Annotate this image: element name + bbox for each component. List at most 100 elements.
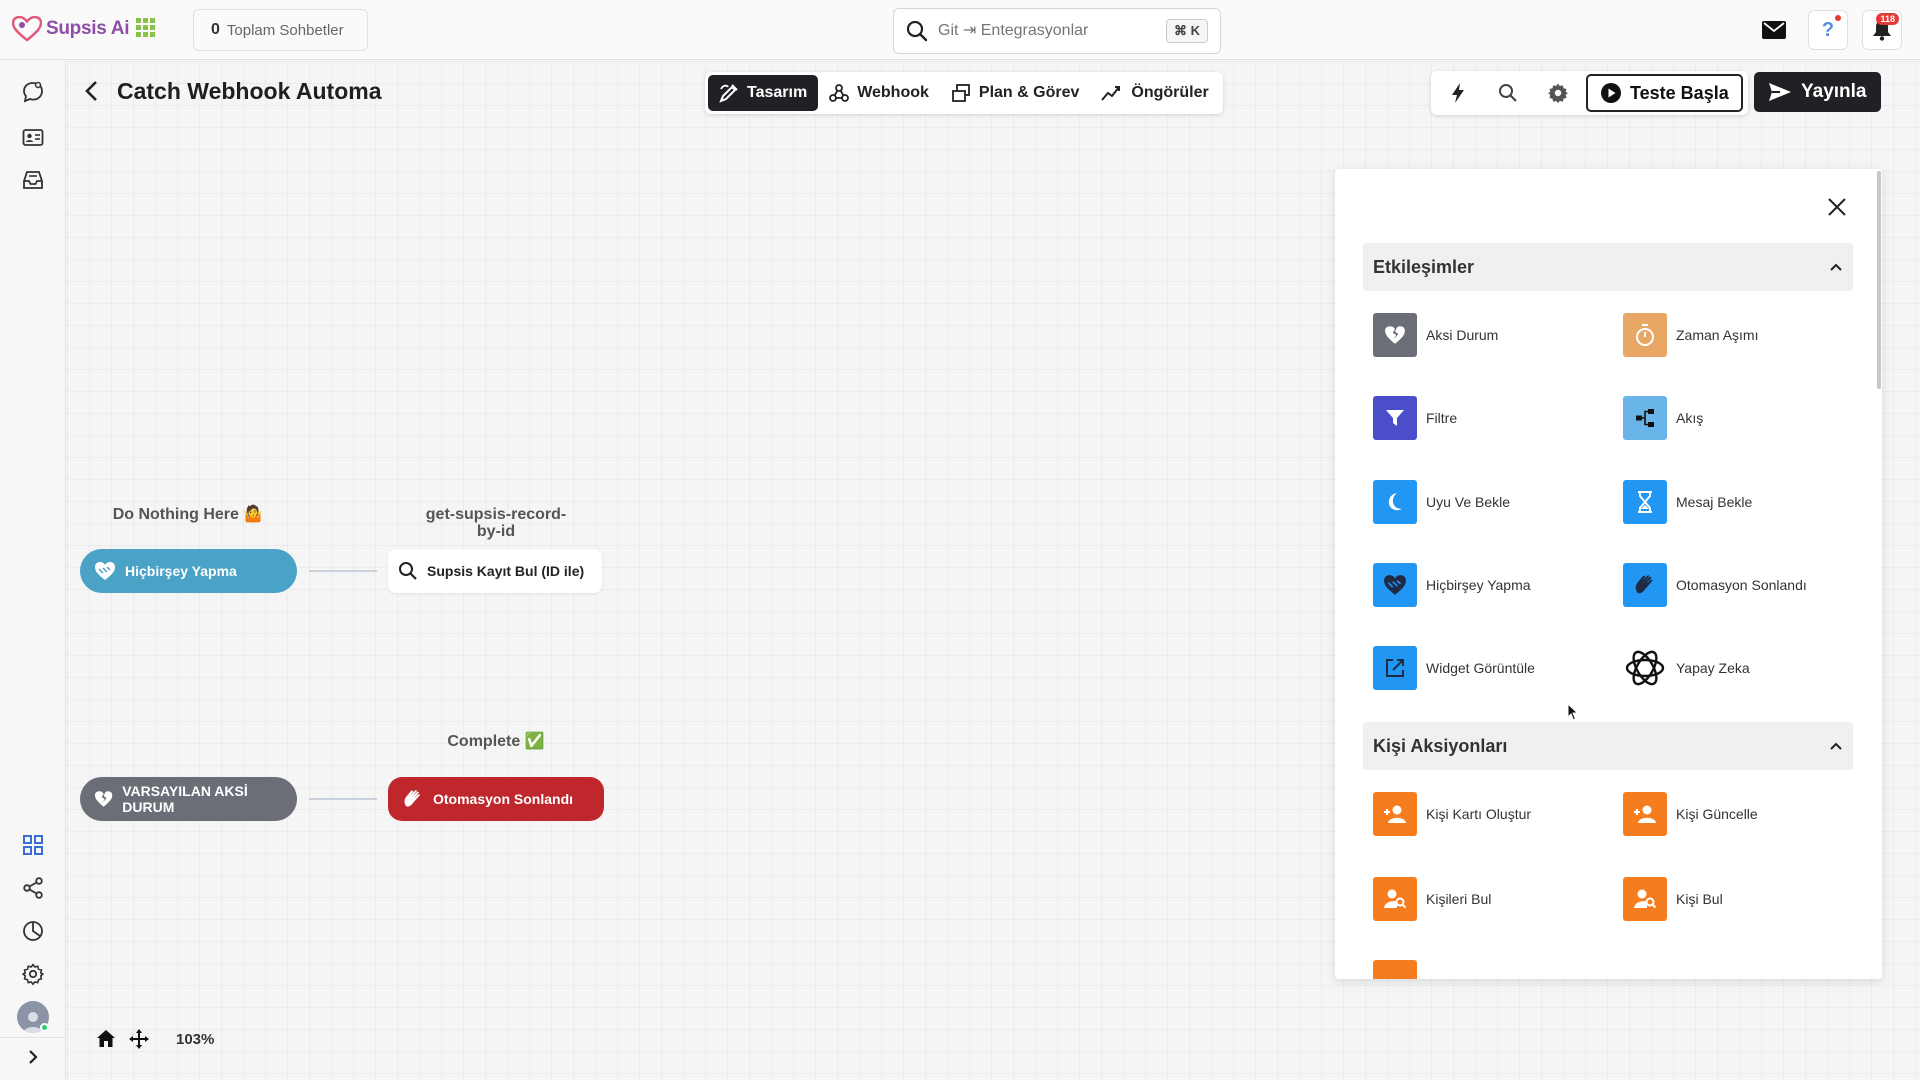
search-icon: [906, 20, 928, 42]
tab-design[interactable]: Tasarım: [708, 75, 819, 111]
chevron-up-icon: [1830, 263, 1842, 271]
action-timeout[interactable]: Zaman Aşımı: [1623, 313, 1758, 357]
send-icon: [1769, 83, 1791, 101]
tab-insights[interactable]: Öngörüler: [1090, 75, 1219, 111]
section-title: Kişi Aksiyonları: [1373, 735, 1508, 756]
action-wait-message[interactable]: Mesaj Bekle: [1623, 480, 1752, 524]
play-circle-icon: [1601, 83, 1621, 103]
search-input[interactable]: [938, 22, 1158, 40]
quick-action-button[interactable]: [1436, 75, 1480, 111]
action-find-contact[interactable]: Kişi Bul: [1623, 877, 1723, 921]
canvas-search-button[interactable]: [1486, 75, 1530, 111]
flow-node-do-nothing[interactable]: Hiçbirşey Yapma: [80, 549, 297, 593]
lightning-icon: [1452, 83, 1464, 103]
webhook-icon: [829, 84, 850, 102]
home-icon[interactable]: [96, 1029, 116, 1049]
search-icon: [399, 562, 417, 580]
flow-node-default-else[interactable]: VARSAYILAN AKSİ DURUM: [80, 777, 297, 821]
notifications-button[interactable]: 118: [1862, 10, 1902, 50]
tab-plan-label: Plan & Görev: [978, 84, 1080, 101]
node-label: Supsis Kayıt Bul (ID ile): [427, 563, 585, 579]
action-do-nothing[interactable]: Hiçbirşey Yapma: [1373, 563, 1531, 607]
start-test-button[interactable]: Teste Başla: [1586, 74, 1743, 112]
app-logo[interactable]: Supsis Ai: [12, 16, 129, 42]
action-label: Kişi Kartı Oluştur: [1426, 806, 1532, 822]
editor-tabs: Tasarım Webhook Plan & Görev Öngörüler: [705, 72, 1223, 114]
action-sleep-wait[interactable]: Uyu Ve Bekle: [1373, 480, 1510, 524]
action-label: Hiçbirşey Yapma: [1426, 577, 1531, 593]
tab-plan[interactable]: Plan & Görev: [940, 75, 1090, 111]
node-caption-do-nothing: Do Nothing Here 🤷: [112, 506, 264, 523]
sidebar-divider: [0, 1037, 66, 1038]
person-search-icon: [1373, 877, 1417, 921]
total-chats-count: 0: [211, 21, 220, 38]
action-label: Widget Görüntüle: [1426, 660, 1535, 676]
person-icon: [1373, 960, 1417, 979]
section-contact-actions-header[interactable]: Kişi Aksiyonları: [1363, 722, 1853, 770]
close-panel-button[interactable]: [1827, 197, 1847, 222]
flow-icon: [1623, 396, 1667, 440]
external-link-icon: [1373, 646, 1417, 690]
help-button[interactable]: ?: [1808, 10, 1848, 50]
person-edit-icon: [1623, 792, 1667, 836]
plan-icon: [951, 84, 970, 102]
action-update-contact[interactable]: Kişi Güncelle: [1623, 792, 1758, 836]
app-name: Supsis Ai: [46, 18, 130, 39]
filter-icon: [1373, 396, 1417, 440]
sidebar-item-dashboard[interactable]: [20, 832, 46, 858]
close-icon: [1828, 198, 1846, 216]
action-show-widget[interactable]: Widget Görüntüle: [1373, 646, 1535, 690]
settings-button[interactable]: [1536, 75, 1580, 111]
chevron-right-icon: [29, 1050, 38, 1064]
mail-icon: [1762, 21, 1786, 39]
node-label: Otomasyon Sonlandı: [433, 791, 574, 807]
action-flow[interactable]: Akış: [1623, 396, 1703, 440]
handshake-icon: [1373, 563, 1417, 607]
action-automation-end[interactable]: Otomasyon Sonlandı: [1623, 563, 1807, 607]
tab-design-label: Tasarım: [747, 84, 808, 101]
pie-chart-icon: [23, 921, 43, 941]
sidebar-item-chats[interactable]: [20, 79, 46, 105]
tab-webhook[interactable]: Webhook: [818, 75, 940, 111]
flow-node-find-record[interactable]: Supsis Kayıt Bul (ID ile): [388, 549, 602, 593]
panel-scrollbar[interactable]: [1877, 171, 1881, 389]
node-label: VARSAYILAN AKSİ DURUM: [122, 783, 248, 815]
sidebar-item-contacts[interactable]: [20, 124, 46, 150]
dashboard-grid-icon: [23, 835, 43, 855]
sidebar-item-reports[interactable]: [20, 918, 46, 944]
publish-button[interactable]: Yayınla: [1754, 72, 1881, 112]
moon-icon: [1373, 480, 1417, 524]
action-find-contacts[interactable]: Kişileri Bul: [1373, 877, 1491, 921]
zoom-level: 103%: [176, 1030, 215, 1048]
mail-button[interactable]: [1754, 10, 1794, 50]
broken-heart-icon: [94, 791, 113, 807]
insights-icon: [1101, 86, 1121, 101]
action-create-contact[interactable]: Kişi Kartı Oluştur: [1373, 792, 1531, 836]
contact-card-icon: [22, 129, 44, 146]
connector-line: [309, 798, 377, 800]
connector-line: [309, 570, 377, 572]
move-icon[interactable]: [128, 1028, 150, 1050]
apps-grid-icon[interactable]: [136, 18, 156, 38]
action-label: Kişi Bul: [1676, 891, 1723, 907]
action-partial[interactable]: [1373, 960, 1417, 979]
ai-icon: [1623, 646, 1667, 690]
section-interactions-header[interactable]: Etkileşimler: [1363, 243, 1853, 291]
person-search-icon: [1623, 877, 1667, 921]
sidebar-item-share[interactable]: [20, 875, 46, 901]
flow-node-automation-end[interactable]: Otomasyon Sonlandı: [388, 777, 604, 821]
action-else[interactable]: Aksi Durum: [1373, 313, 1498, 357]
sidebar-item-inbox[interactable]: [20, 167, 46, 193]
node-label: Hiçbirşey Yapma: [125, 563, 237, 579]
total-chats-button[interactable]: 0 Toplam Sohbetler: [193, 9, 368, 51]
action-filter[interactable]: Filtre: [1373, 396, 1457, 440]
sidebar-expand-button[interactable]: [20, 1044, 46, 1070]
mouse-cursor-icon: [1567, 703, 1579, 721]
global-search[interactable]: ⌘ K: [893, 8, 1221, 54]
sidebar-item-settings[interactable]: [20, 961, 46, 987]
handshake-icon: [95, 562, 115, 580]
inbox-icon: [23, 171, 43, 189]
start-test-label: Teste Başla: [1630, 82, 1729, 103]
back-button[interactable]: [84, 80, 100, 107]
action-ai[interactable]: Yapay Zeka: [1623, 646, 1750, 690]
